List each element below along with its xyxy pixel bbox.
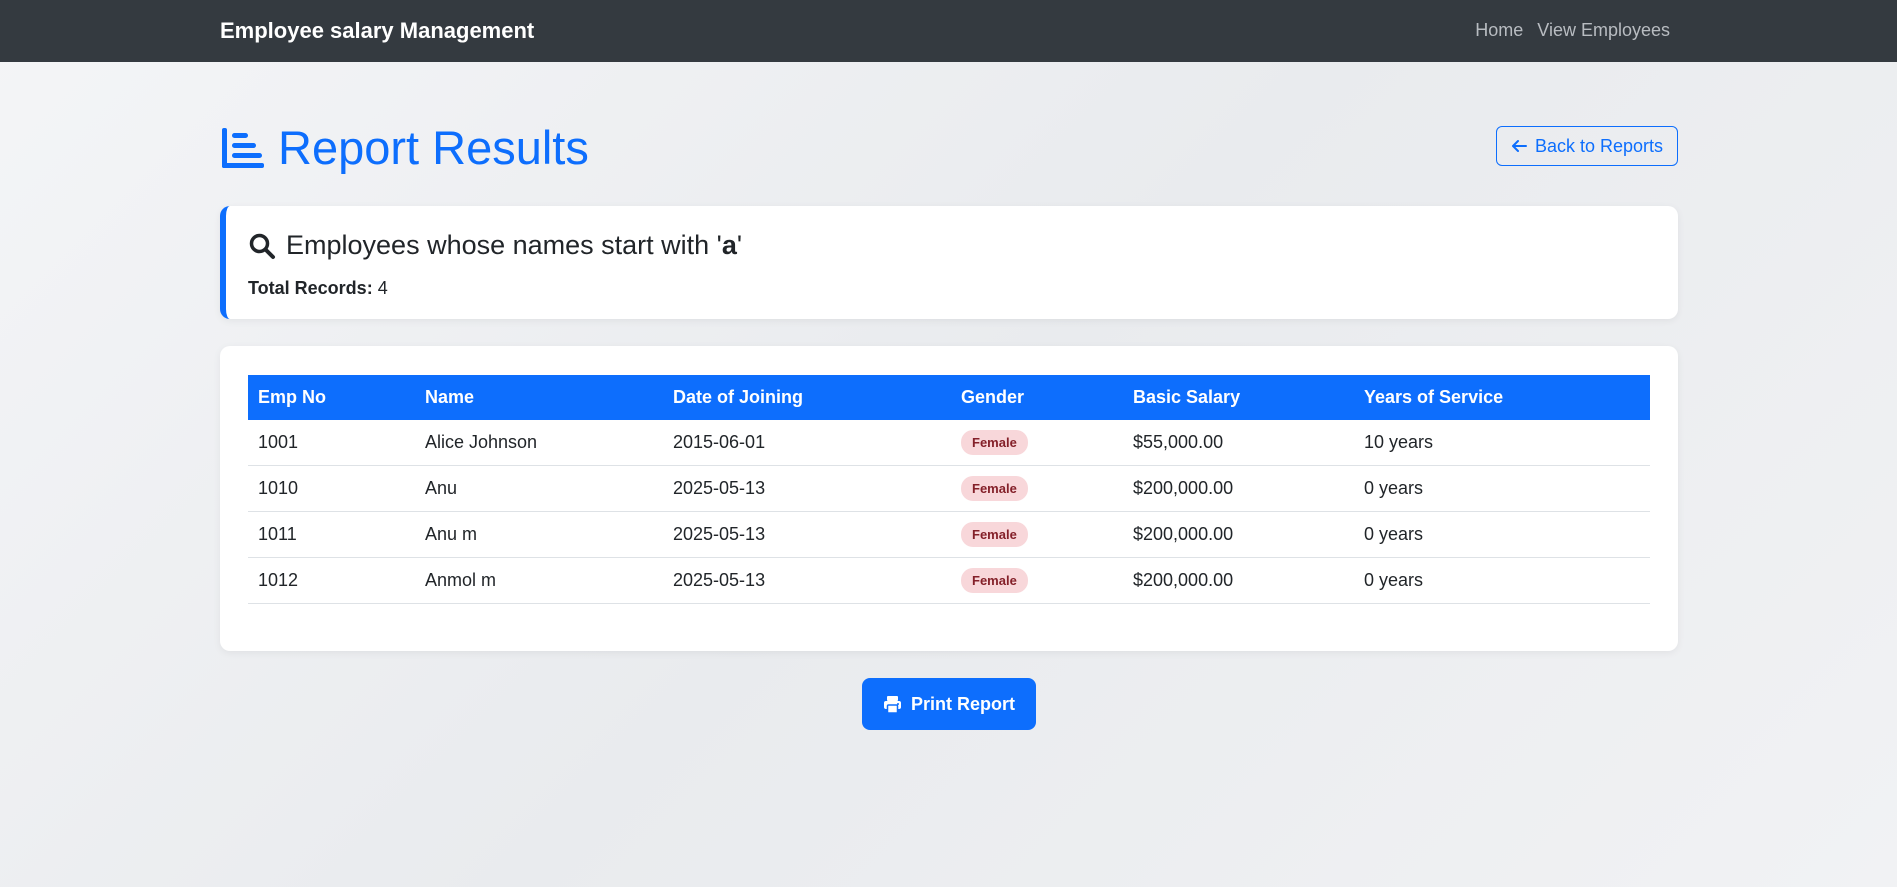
cell-gender: Female (951, 465, 1123, 512)
cell-date-of-joining: 2025-05-13 (663, 511, 951, 558)
table-row: 1011 Anu m 2025-05-13 Female $200,000.00… (248, 511, 1650, 558)
cell-name: Anu m (415, 511, 663, 558)
heading-suffix: ' (736, 230, 743, 260)
chart-bars-icon (222, 127, 264, 168)
total-records-value: 4 (377, 278, 388, 298)
nav-home-link[interactable]: Home (1475, 20, 1523, 41)
arrow-left-icon (1511, 140, 1527, 152)
gender-badge: Female (961, 476, 1028, 501)
cell-emp-no: 1001 (248, 420, 415, 466)
results-table-card: Emp No Name Date of Joining Gender Basic… (220, 346, 1678, 651)
table-header-row: Emp No Name Date of Joining Gender Basic… (248, 375, 1650, 420)
header-emp-no: Emp No (258, 387, 327, 407)
back-button-label: Back to Reports (1534, 135, 1663, 156)
cell-basic-salary: $55,000.00 (1123, 420, 1354, 466)
cell-date-of-joining: 2025-05-13 (663, 465, 951, 512)
search-icon (249, 233, 275, 259)
header-name: Name (425, 387, 475, 407)
cell-years-of-service: 10 years (1354, 420, 1650, 466)
back-to-reports-button[interactable]: Back to Reports (1495, 126, 1678, 166)
cell-years-of-service: 0 years (1354, 557, 1650, 604)
header-basic-salary: Basic Salary (1133, 387, 1241, 407)
header-gender: Gender (961, 387, 1025, 407)
nav-links: Home View Employees (1475, 20, 1670, 41)
gender-badge: Female (961, 522, 1028, 547)
report-query-heading: Employees whose names start with 'a' (248, 230, 742, 261)
cell-date-of-joining: 2025-05-13 (663, 557, 951, 604)
table-row: 1010 Anu 2025-05-13 Female $200,000.00 0… (248, 465, 1650, 512)
cell-date-of-joining: 2015-06-01 (663, 420, 951, 466)
heading-letter: a (721, 230, 737, 260)
total-records-label: Total Records: (248, 278, 373, 298)
header-date-of-joining: Date of Joining (673, 387, 803, 407)
top-navbar: Employee salary Management Home View Emp… (0, 0, 1897, 62)
print-report-button[interactable]: Print Report (862, 678, 1036, 730)
gender-badge: Female (961, 430, 1028, 455)
gender-badge: Female (961, 568, 1028, 593)
cell-basic-salary: $200,000.00 (1123, 557, 1354, 604)
heading-prefix: Employees whose names start with ' (286, 230, 722, 260)
cell-name: Alice Johnson (415, 420, 663, 466)
navbar-brand[interactable]: Employee salary Management (220, 18, 534, 44)
cell-name: Anu (415, 465, 663, 512)
page-title: Report Results (220, 120, 589, 175)
cell-basic-salary: $200,000.00 (1123, 511, 1354, 558)
header-years-of-service: Years of Service (1364, 387, 1504, 407)
print-button-label: Print Report (910, 693, 1015, 714)
results-table: Emp No Name Date of Joining Gender Basic… (248, 375, 1650, 604)
total-records: Total Records: 4 (248, 278, 388, 299)
cell-gender: Female (951, 557, 1123, 604)
page-title-text: Report Results (278, 121, 589, 174)
cell-emp-no: 1012 (248, 557, 415, 604)
table-row: 1001 Alice Johnson 2015-06-01 Female $55… (248, 420, 1650, 466)
cell-years-of-service: 0 years (1354, 465, 1650, 512)
printer-icon (883, 695, 901, 714)
nav-view-employees-link[interactable]: View Employees (1537, 20, 1670, 41)
cell-gender: Female (951, 420, 1123, 466)
cell-emp-no: 1010 (248, 465, 415, 512)
cell-gender: Female (951, 511, 1123, 558)
table-row: 1012 Anmol m 2025-05-13 Female $200,000.… (248, 557, 1650, 604)
page-header: Report Results Back to Reports (220, 120, 1678, 180)
cell-years-of-service: 0 years (1354, 511, 1650, 558)
cell-basic-salary: $200,000.00 (1123, 465, 1354, 512)
cell-emp-no: 1011 (248, 511, 415, 558)
cell-name: Anmol m (415, 557, 663, 604)
report-info-card: Employees whose names start with 'a' Tot… (220, 206, 1678, 319)
